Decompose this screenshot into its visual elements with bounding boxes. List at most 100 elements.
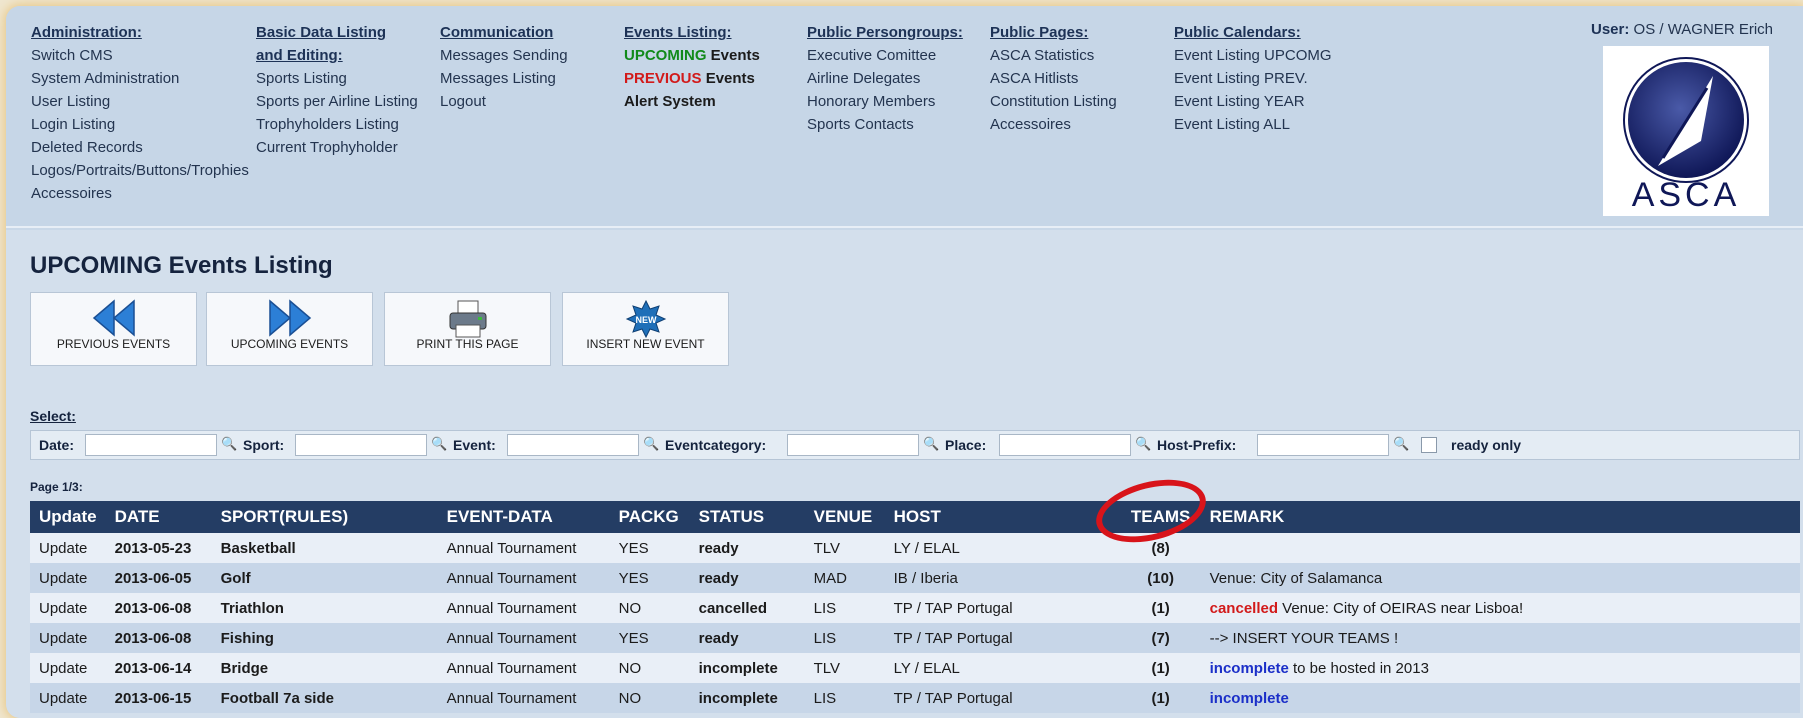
date-cell: 2013-06-05 (105, 563, 212, 593)
update-link[interactable]: Update (30, 653, 106, 683)
teams-cell[interactable]: (8) (1120, 533, 1201, 563)
nav-item-sports-listing[interactable]: Sports Listing (256, 67, 418, 90)
nav-header-public-persongroups[interactable]: Public Persongroups: (807, 21, 963, 44)
filter-date-input[interactable] (85, 434, 217, 456)
col-header-date[interactable]: DATE (105, 501, 212, 533)
nav-header-administration[interactable]: Administration: (31, 21, 249, 44)
nav-item-messages-listing[interactable]: Messages Listing (440, 67, 568, 90)
teams-cell[interactable]: (10) (1120, 563, 1201, 593)
nav-header-basic-data-1[interactable]: Basic Data Listing (256, 21, 418, 44)
nav-item-logos[interactable]: Logos/Portraits/Buttons/Trophies (31, 159, 249, 182)
nav-header-public-pages[interactable]: Public Pages: (990, 21, 1117, 44)
insert-new-event-button[interactable]: NEW INSERT NEW EVENT (562, 292, 729, 366)
nav-item-event-listing-all[interactable]: Event Listing ALL (1174, 113, 1332, 136)
status-cell: incomplete (689, 653, 805, 683)
nav-item-alert-system[interactable]: Alert System (624, 90, 760, 113)
teams-cell[interactable]: (7) (1120, 623, 1201, 653)
col-header-packg[interactable]: PACKG (609, 501, 690, 533)
asca-logo: ASCA (1603, 46, 1769, 216)
col-header-teams[interactable]: TEAMS (1120, 501, 1201, 533)
upcoming-events-button[interactable]: UPCOMING EVENTS (206, 292, 373, 366)
nav-item-system-administration[interactable]: System Administration (31, 67, 249, 90)
host-cell: TP / TAP Portugal (884, 623, 1121, 653)
print-page-label: PRINT THIS PAGE (416, 337, 519, 351)
nav-item-event-listing-upcomg[interactable]: Event Listing UPCOMG (1174, 44, 1332, 67)
sport-cell: Basketball (211, 533, 438, 563)
filter-sport-input[interactable] (295, 434, 427, 456)
teams-cell[interactable]: (1) (1120, 683, 1201, 713)
user-label: User: (1591, 21, 1630, 38)
nav-item-login-listing[interactable]: Login Listing (31, 113, 249, 136)
col-header-venue[interactable]: VENUE (804, 501, 885, 533)
nav-item-deleted-records[interactable]: Deleted Records (31, 136, 249, 159)
nav-item-logout[interactable]: Logout (440, 90, 568, 113)
nav-item-switch-cms[interactable]: Switch CMS (31, 44, 249, 67)
col-header-event-data[interactable]: EVENT-DATA (437, 501, 610, 533)
remark-text: to be hosted in 2013 (1288, 659, 1429, 677)
nav-col-basic-data: Basic Data Listing and Editing: Sports L… (256, 21, 418, 159)
insert-new-event-label: INSERT NEW EVENT (586, 337, 705, 351)
update-link[interactable]: Update (30, 533, 106, 563)
nav-item-sports-per-airline[interactable]: Sports per Airline Listing (256, 90, 418, 113)
nav-header-communication[interactable]: Communication (440, 21, 568, 44)
remark-cell: incomplete (1200, 683, 1800, 713)
nav-item-event-listing-prev[interactable]: Event Listing PREV. (1174, 67, 1332, 90)
update-link[interactable]: Update (30, 593, 106, 623)
nav-item-asca-hitlists[interactable]: ASCA Hitlists (990, 67, 1117, 90)
search-icon[interactable]: 🔍 (1393, 436, 1409, 452)
nav-item-asca-statistics[interactable]: ASCA Statistics (990, 44, 1117, 67)
remark-status: incomplete (1209, 659, 1289, 677)
search-icon[interactable]: 🔍 (431, 436, 447, 452)
packg-cell: NO (609, 593, 690, 623)
nav-item-user-listing[interactable]: User Listing (31, 90, 249, 113)
ready-only-checkbox[interactable] (1421, 437, 1437, 453)
teams-cell[interactable]: (1) (1120, 653, 1201, 683)
nav-item-sports-contacts[interactable]: Sports Contacts (807, 113, 963, 136)
packg-cell: NO (609, 653, 690, 683)
update-link[interactable]: Update (30, 683, 106, 713)
filter-eventcategory-input[interactable] (787, 434, 919, 456)
nav-header-public-calendars[interactable]: Public Calendars: (1174, 21, 1332, 44)
nav-item-event-listing-year[interactable]: Event Listing YEAR (1174, 90, 1332, 113)
sport-cell: Bridge (211, 653, 438, 683)
search-icon[interactable]: 🔍 (923, 436, 939, 452)
packg-cell: YES (609, 623, 690, 653)
col-header-sport[interactable]: SPORT(RULES) (211, 501, 438, 533)
col-header-status[interactable]: STATUS (689, 501, 805, 533)
asca-logo-icon: ASCA (1623, 57, 1749, 214)
nav-item-honorary-members[interactable]: Honorary Members (807, 90, 963, 113)
filter-host-prefix-input[interactable] (1257, 434, 1389, 456)
nav-item-messages-sending[interactable]: Messages Sending (440, 44, 568, 67)
nav-item-previous-events[interactable]: PREVIOUS Events (624, 67, 760, 90)
filter-place-input[interactable] (999, 434, 1131, 456)
nav-item-accessoires-public[interactable]: Accessoires (990, 113, 1117, 136)
host-cell: IB / Iberia (884, 563, 1121, 593)
date-cell: 2013-06-08 (105, 593, 212, 623)
nav-item-accessoires-admin[interactable]: Accessoires (31, 182, 249, 205)
update-link[interactable]: Update (30, 623, 106, 653)
search-icon[interactable]: 🔍 (221, 436, 237, 452)
sport-cell: Fishing (211, 623, 438, 653)
nav-header-events-listing[interactable]: Events Listing: (624, 21, 760, 44)
rewind-icon (31, 293, 196, 337)
search-icon[interactable]: 🔍 (1135, 436, 1151, 452)
previous-events-button[interactable]: PREVIOUS EVENTS (30, 292, 197, 366)
nav-item-executive-comittee[interactable]: Executive Comittee (807, 44, 963, 67)
print-page-button[interactable]: PRINT THIS PAGE (384, 292, 551, 366)
nav-item-current-trophyholder[interactable]: Current Trophyholder (256, 136, 418, 159)
nav-item-upcoming-events[interactable]: UPCOMING Events (624, 44, 760, 67)
search-icon[interactable]: 🔍 (643, 436, 659, 452)
nav-item-airline-delegates[interactable]: Airline Delegates (807, 67, 963, 90)
update-link[interactable]: Update (30, 563, 106, 593)
nav-header-basic-data-2[interactable]: and Editing: (256, 44, 418, 67)
nav-item-constitution-listing[interactable]: Constitution Listing (990, 90, 1117, 113)
col-header-host[interactable]: HOST (884, 501, 1121, 533)
upcoming-events-label: UPCOMING EVENTS (230, 337, 349, 351)
col-header-remark[interactable]: REMARK (1200, 501, 1800, 533)
nav-item-trophyholders-listing[interactable]: Trophyholders Listing (256, 113, 418, 136)
filter-bar: Date: 🔍 Sport: 🔍 Event: 🔍 Eventcategory:… (30, 430, 1800, 460)
app-frame: Administration: Switch CMS System Admini… (6, 6, 1803, 718)
table-row: Update 2013-06-08 Fishing Annual Tournament… (30, 623, 1800, 653)
filter-event-input[interactable] (507, 434, 639, 456)
teams-cell[interactable]: (1) (1120, 593, 1201, 623)
